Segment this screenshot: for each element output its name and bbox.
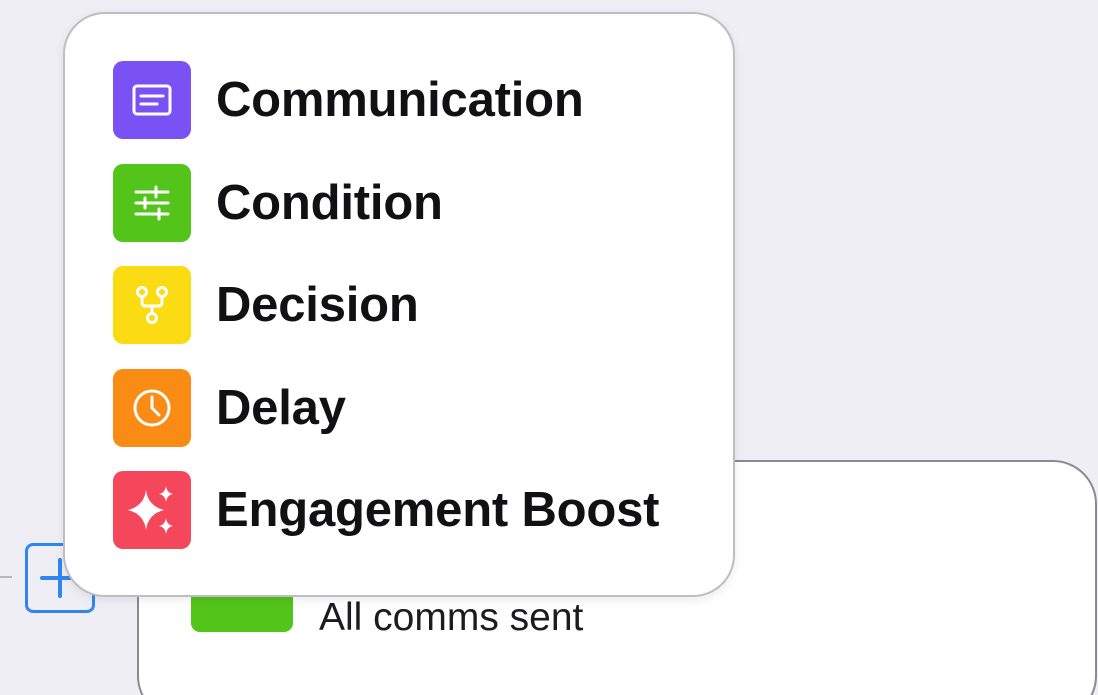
- menu-item-engagement-boost[interactable]: Engagement Boost: [113, 471, 713, 549]
- menu-item-communication[interactable]: Communication: [113, 61, 713, 139]
- menu-item-label: Engagement Boost: [216, 483, 660, 537]
- workflow-canvas: All comms sent Communication Condition D…: [0, 0, 1098, 695]
- connector-line: [0, 576, 12, 578]
- menu-item-label: Decision: [216, 278, 419, 332]
- menu-item-label: Delay: [216, 381, 346, 435]
- menu-item-label: Condition: [216, 176, 443, 230]
- message-box-icon: [113, 61, 191, 139]
- menu-item-label: Communication: [216, 73, 584, 127]
- menu-item-decision[interactable]: Decision: [113, 266, 713, 344]
- node-subtitle: All comms sent: [319, 596, 584, 639]
- add-step-menu: Communication Condition Decision Delay E…: [63, 12, 735, 597]
- clock-icon: [113, 369, 191, 447]
- sliders-icon: [113, 164, 191, 242]
- menu-item-delay[interactable]: Delay: [113, 369, 713, 447]
- branch-icon: [113, 266, 191, 344]
- sparkle-icon: [113, 471, 191, 549]
- menu-item-condition[interactable]: Condition: [113, 164, 713, 242]
